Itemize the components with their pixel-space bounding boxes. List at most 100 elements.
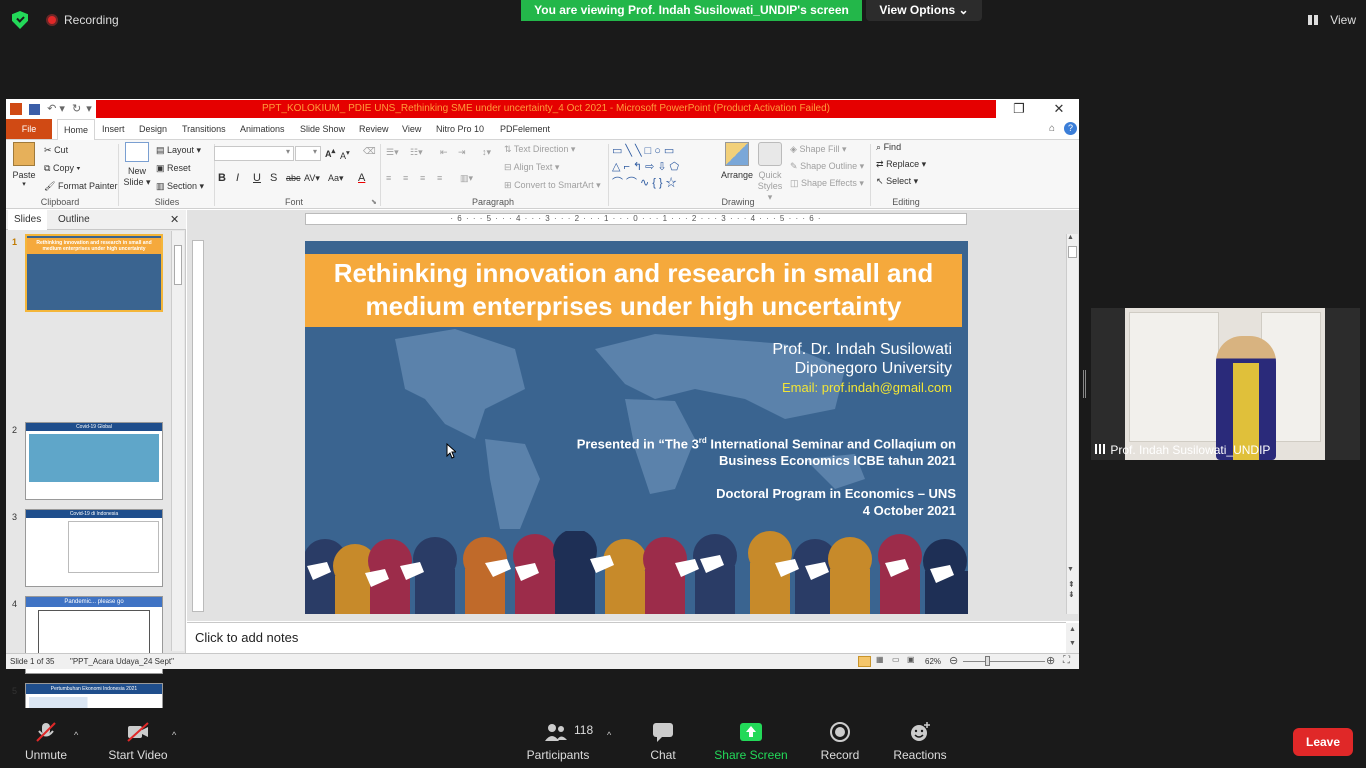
scroll-up-icon[interactable]: ▲ <box>1067 234 1074 241</box>
help-icon[interactable]: ? <box>1064 122 1077 135</box>
presented-line-1[interactable]: Presented in “The 3rd International Semi… <box>577 436 956 451</box>
tab-animations[interactable]: Animations <box>240 119 285 140</box>
format-painter-button[interactable]: 🖌 Format Painter <box>44 181 117 192</box>
copy-button[interactable]: ⧉ Copy ▾ <box>44 163 80 174</box>
section-button[interactable]: ▥ Section ▾ <box>156 181 204 192</box>
increase-indent-icon[interactable]: ⇥ <box>458 147 466 158</box>
tab-nitro-pro[interactable]: Nitro Pro 10 <box>436 119 484 140</box>
tab-file[interactable]: File <box>6 119 52 139</box>
customize-qat-icon[interactable]: ▾ <box>86 103 92 115</box>
columns-icon[interactable]: ▥▾ <box>460 173 473 184</box>
bullets-icon[interactable]: ☰▾ <box>386 147 399 158</box>
grow-font-icon[interactable]: A▴ <box>325 146 335 159</box>
layout-button[interactable]: ▤ Layout ▾ <box>156 145 201 156</box>
tab-home[interactable]: Home <box>57 119 96 141</box>
tab-slides[interactable]: Slides <box>8 210 48 230</box>
replace-button[interactable]: ⇄ Replace ▾ <box>876 159 926 170</box>
align-right-icon[interactable]: ≡ <box>420 173 425 183</box>
author-email[interactable]: Email: prof.indah@gmail.com <box>782 380 952 395</box>
university-name[interactable]: Diponegoro University <box>795 360 952 378</box>
arrange-button[interactable]: Arrange <box>720 142 754 180</box>
clear-format-icon[interactable]: ⌫ <box>363 146 376 157</box>
save-icon[interactable] <box>29 103 41 115</box>
reading-view-icon[interactable]: ▭ <box>892 655 900 664</box>
find-button[interactable]: ⌕ Find <box>876 142 901 153</box>
font-size-select[interactable]: ▾ <box>295 146 321 161</box>
leave-button[interactable]: Leave <box>1293 728 1353 756</box>
scroll-down-icon[interactable]: ▼ <box>1067 566 1074 573</box>
paste-button[interactable]: Paste ▾ <box>10 142 38 188</box>
char-spacing-icon[interactable]: AV▾ <box>304 173 320 184</box>
participants-options-caret[interactable]: ^ <box>607 730 611 740</box>
tab-pdfelement[interactable]: PDFelement <box>500 119 550 140</box>
shield-check-icon[interactable] <box>12 11 28 29</box>
slide-thumbnail-3[interactable]: Covid-19 di Indonesia <box>25 509 163 587</box>
numbering-icon[interactable]: ☷▾ <box>410 147 423 158</box>
new-slide-button[interactable]: New Slide ▾ <box>123 142 151 188</box>
view-button[interactable]: View <box>1304 9 1356 31</box>
tab-review[interactable]: Review <box>359 119 389 140</box>
pane-scrollbar[interactable] <box>171 231 184 651</box>
video-options-caret[interactable]: ^ <box>172 730 176 740</box>
align-left-icon[interactable]: ≡ <box>386 173 391 183</box>
font-dialog-launcher-icon[interactable]: ⬊ <box>371 198 377 206</box>
slideshow-icon[interactable]: ▣ <box>907 655 915 664</box>
tab-outline[interactable]: Outline <box>52 210 96 230</box>
shrink-font-icon[interactable]: A▾ <box>340 148 350 161</box>
align-center-icon[interactable]: ≡ <box>403 173 408 183</box>
underline-icon[interactable]: U <box>253 172 261 184</box>
slide-title[interactable]: Rethinking innovation and research in sm… <box>305 257 962 323</box>
slide-sorter-icon[interactable]: ▦ <box>876 655 884 664</box>
strikethrough-icon[interactable]: abc <box>286 173 301 183</box>
close-pane-icon[interactable]: ✕ <box>170 213 179 226</box>
text-direction-button[interactable]: ⇅ Text Direction ▾ <box>504 144 575 155</box>
fit-slide-icon[interactable]: ⛶ <box>1063 655 1070 666</box>
zoom-in-icon[interactable]: ⊕ <box>1046 654 1055 667</box>
zoom-slider[interactable] <box>963 656 1045 666</box>
shape-fill-button[interactable]: ◈ Shape Fill ▾ <box>790 144 846 155</box>
scroll-thumb[interactable] <box>174 245 182 285</box>
view-options-button[interactable]: View Options ⌄ <box>866 0 982 21</box>
shadow-icon[interactable]: S <box>270 172 277 184</box>
justify-icon[interactable]: ≡ <box>437 173 442 183</box>
undo-icon[interactable]: ↶ ▾ <box>47 103 65 115</box>
convert-smartart-button[interactable]: ⊞ Convert to SmartArt ▾ <box>504 180 601 191</box>
tab-design[interactable]: Design <box>139 119 167 140</box>
font-name-select[interactable]: ▾ <box>214 146 294 161</box>
recording-label[interactable]: Recording <box>64 13 119 27</box>
participants-button[interactable]: 118 Participants <box>518 708 598 768</box>
restore-icon[interactable]: ❐ <box>1009 101 1029 117</box>
reactions-button[interactable]: Reactions <box>880 708 960 768</box>
slide-canvas[interactable]: Rethinking innovation and research in sm… <box>305 241 968 614</box>
font-color-icon[interactable]: A <box>358 172 365 184</box>
record-button[interactable]: Record <box>800 708 880 768</box>
decrease-indent-icon[interactable]: ⇤ <box>440 147 448 158</box>
tab-view[interactable]: View <box>402 119 421 140</box>
redo-icon[interactable]: ↻ <box>72 103 81 115</box>
notes-pane[interactable]: Click to add notes ▲ ▼ <box>187 622 1079 654</box>
select-button[interactable]: ↖ Select ▾ <box>876 176 918 187</box>
tab-slide-show[interactable]: Slide Show <box>300 119 345 140</box>
change-case-icon[interactable]: Aa▾ <box>328 173 344 184</box>
slide-thumbnail-1[interactable]: Rethinking innovation and research in sm… <box>25 234 163 312</box>
collapse-ribbon-icon[interactable]: ⌂ <box>1049 123 1055 134</box>
zoom-level[interactable]: 62% <box>925 657 941 666</box>
audio-options-caret[interactable]: ^ <box>74 730 78 740</box>
author-name[interactable]: Prof. Dr. Indah Susilowati <box>772 341 952 359</box>
quick-access-toolbar[interactable]: ↶ ▾ ↻ ▾ <box>10 102 92 116</box>
cut-button[interactable]: ✂ Cut <box>44 145 68 156</box>
close-icon[interactable]: ✕ <box>1049 101 1069 117</box>
shape-effects-button[interactable]: ◫ Shape Effects ▾ <box>790 178 864 189</box>
shape-outline-button[interactable]: ✎ Shape Outline ▾ <box>790 161 864 172</box>
participant-video[interactable]: Prof. Indah Susilowati_UNDIP <box>1091 308 1360 460</box>
line-spacing-icon[interactable]: ↕▾ <box>482 147 491 158</box>
italic-icon[interactable]: I <box>236 172 239 184</box>
chat-button[interactable]: Chat <box>623 708 703 768</box>
bold-icon[interactable]: B <box>218 172 226 184</box>
slide-scrollbar[interactable]: ▲ ▼ ⇞ ⇟ <box>1066 234 1078 614</box>
tab-insert[interactable]: Insert <box>102 119 125 140</box>
shapes-gallery[interactable]: ▭╲╲□○▭ △⌐↰⇨⇩⬠ ⌒⌒∿{}☆ <box>612 143 712 193</box>
scroll-thumb[interactable] <box>1068 246 1077 258</box>
slide-thumbnail-2[interactable]: Covid-19 Global <box>25 422 163 500</box>
prev-next-slide-icon[interactable]: ⇞ ⇟ <box>1068 580 1075 600</box>
